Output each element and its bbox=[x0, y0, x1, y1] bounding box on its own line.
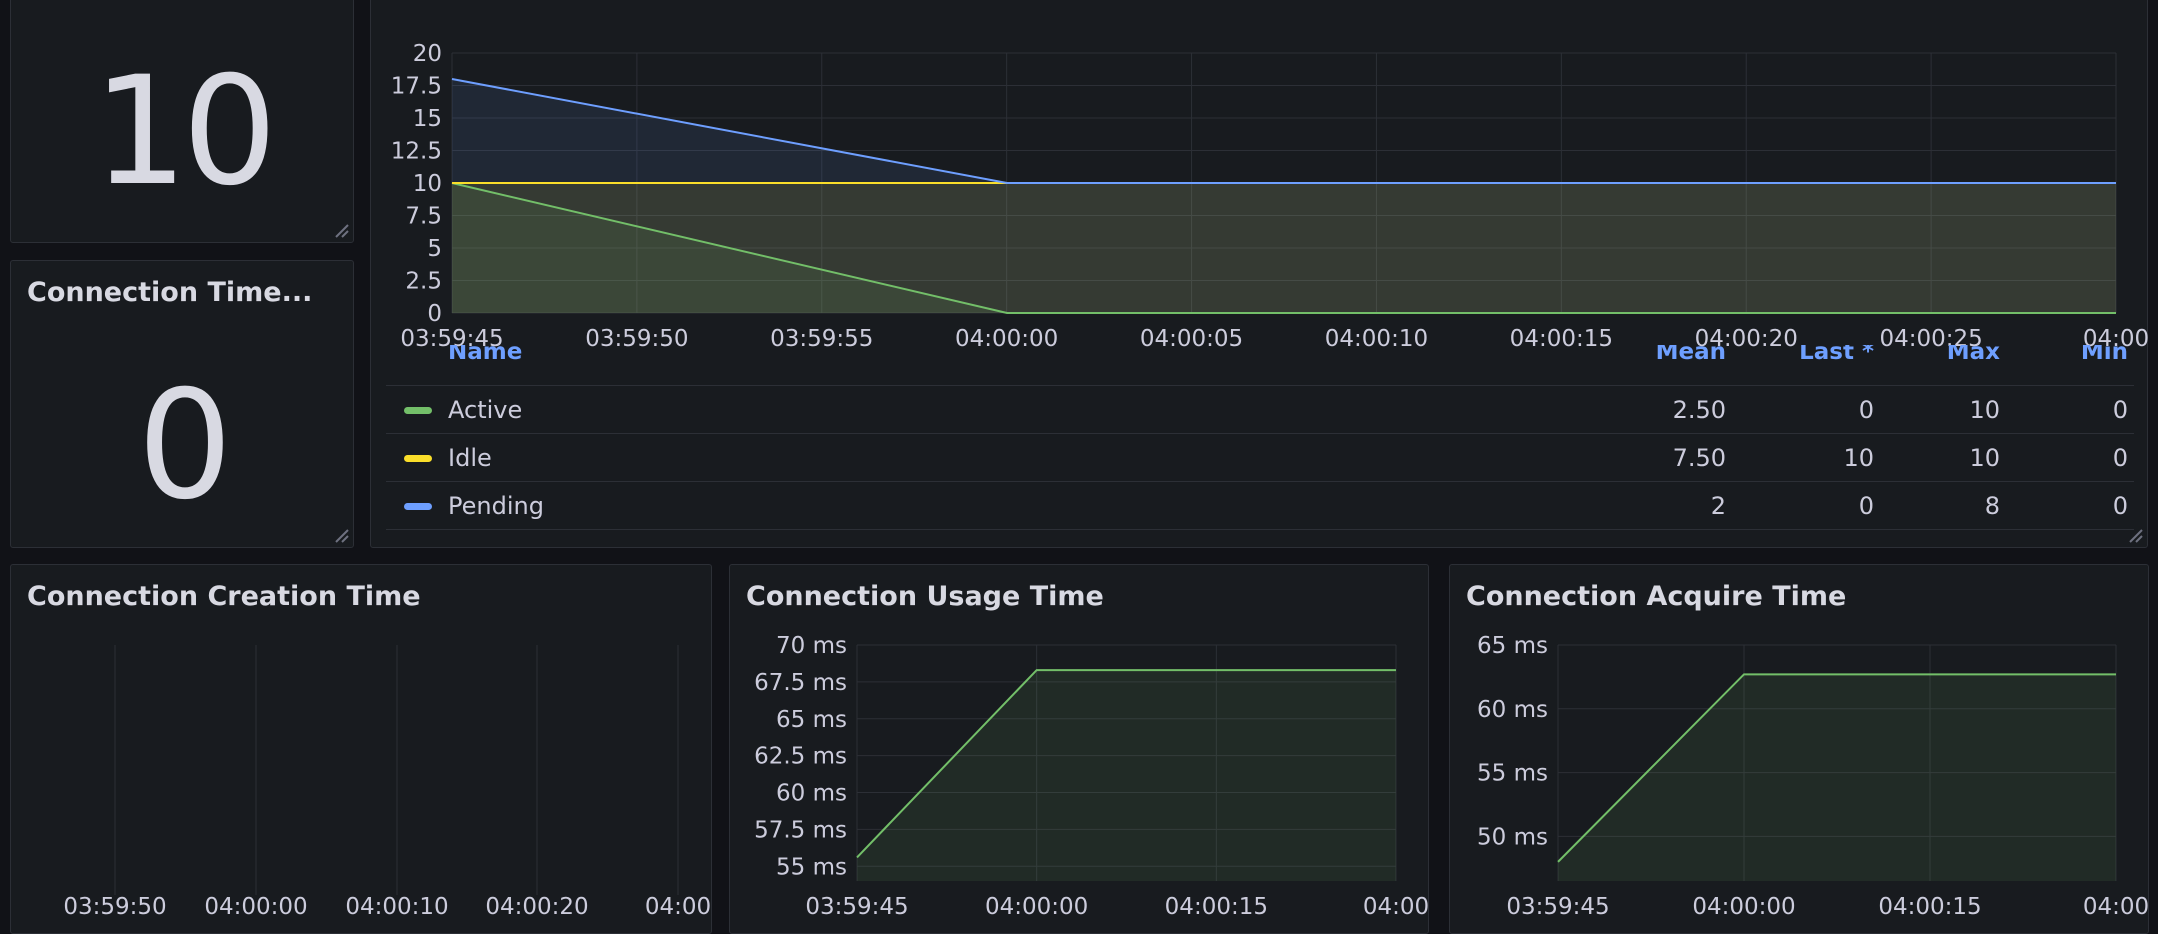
legend-header-min[interactable]: Min bbox=[2081, 345, 2128, 365]
y-tick-label: 5 bbox=[427, 236, 442, 262]
resize-handle-icon[interactable] bbox=[331, 220, 349, 238]
y-tick-label: 60 ms bbox=[1477, 697, 1548, 723]
y-tick-label: 65 ms bbox=[776, 707, 847, 733]
legend-min: 0 bbox=[2112, 492, 2128, 520]
legend-series-name[interactable]: Pending bbox=[448, 492, 544, 520]
legend-header-max[interactable]: Max bbox=[1947, 345, 2000, 365]
connection-acquire-time-panel[interactable]: Connection Acquire Time 03:59:45 04:00:00… bbox=[1449, 564, 2149, 934]
x-tick-label: 03:59:45 bbox=[805, 894, 908, 920]
legend-max: 10 bbox=[1969, 444, 2000, 472]
legend-table: Name Mean Last * Max Min Active 2.50 0 1… bbox=[386, 345, 2134, 530]
x-tick-label: 03:59:45 bbox=[1506, 894, 1609, 920]
resize-handle-icon[interactable] bbox=[331, 525, 349, 543]
legend-min: 0 bbox=[2112, 444, 2128, 472]
y-tick-label: 55 ms bbox=[1477, 761, 1548, 787]
x-tick-label: 04:00:10 bbox=[345, 894, 448, 920]
legend-mean: 2.50 bbox=[1672, 396, 1726, 424]
legend-max: 10 bbox=[1969, 396, 2000, 424]
x-tick-label: 03:59:50 bbox=[63, 894, 166, 920]
y-tick-label: 0 bbox=[427, 301, 442, 327]
y-tick-label: 50 ms bbox=[1477, 824, 1548, 850]
stat-value: 10 bbox=[92, 45, 278, 219]
y-tick-label: 67.5 ms bbox=[754, 670, 847, 696]
legend-row-pending[interactable]: Pending 2 0 8 0 bbox=[386, 482, 2134, 530]
legend-header: Name Mean Last * Max Min bbox=[386, 345, 2134, 386]
y-tick-label: 57.5 ms bbox=[754, 817, 847, 843]
series-color-swatch bbox=[404, 455, 432, 462]
connections-chart[interactable]: 03:59:45 03:59:50 03:59:55 04:00:00 04:00:05… bbox=[370, 40, 2148, 358]
y-tick-label: 7.5 bbox=[405, 204, 442, 230]
x-tick-label: 04:00:15 bbox=[1165, 894, 1268, 920]
y-tick-label: 55 ms bbox=[776, 854, 847, 880]
y-tick-label: 20 bbox=[413, 41, 442, 67]
acquire-time-chart[interactable]: 03:59:45 04:00:00 04:00:15 04:00 50 ms 55 ms 6… bbox=[1450, 565, 2150, 925]
y-tick-label: 60 ms bbox=[776, 781, 847, 807]
connection-usage-time-panel[interactable]: Connection Usage Time 03:59:45 04:00:00 04… bbox=[729, 564, 1429, 934]
legend-series-name[interactable]: Active bbox=[448, 396, 522, 424]
legend-last: 10 bbox=[1843, 444, 1874, 472]
usage-time-chart[interactable]: 03:59:45 04:00:00 04:00:15 04:00 55 ms 57.5 m… bbox=[730, 565, 1430, 925]
legend-last: 0 bbox=[1858, 492, 1874, 520]
y-tick-label: 15 bbox=[413, 106, 442, 132]
x-tick-label: 04:00 bbox=[1363, 894, 1429, 920]
legend-mean: 2 bbox=[1710, 492, 1726, 520]
x-tick-label: 04:00:00 bbox=[204, 894, 307, 920]
series-area bbox=[857, 670, 1396, 881]
creation-time-chart[interactable]: 03:59:50 04:00:00 04:00:10 04:00:20 04:00 bbox=[11, 565, 713, 925]
x-tick-label: 04:00:15 bbox=[1878, 894, 1981, 920]
panel-title: Connection Time... bbox=[27, 277, 313, 308]
x-tick-label: 04:00:00 bbox=[985, 894, 1088, 920]
legend-header-name[interactable]: Name bbox=[448, 345, 522, 365]
x-tick-label: 04:00 bbox=[645, 894, 711, 920]
y-tick-label: 2.5 bbox=[405, 269, 442, 295]
stat-panel-top[interactable]: 10 bbox=[10, 0, 354, 243]
legend-last: 0 bbox=[1858, 396, 1874, 424]
legend-header-last[interactable]: Last * bbox=[1799, 345, 1874, 365]
x-tick-label: 04:00:20 bbox=[485, 894, 588, 920]
x-tick-label: 04:00:00 bbox=[1692, 894, 1795, 920]
stat-panel-connection-time[interactable]: Connection Time... 0 bbox=[10, 260, 354, 548]
stat-value: 0 bbox=[137, 359, 232, 533]
legend-row-active[interactable]: Active 2.50 0 10 0 bbox=[386, 386, 2134, 434]
series-color-swatch bbox=[404, 503, 432, 510]
y-tick-label: 70 ms bbox=[776, 633, 847, 659]
y-tick-label: 65 ms bbox=[1477, 633, 1548, 659]
legend-row-idle[interactable]: Idle 7.50 10 10 0 bbox=[386, 434, 2134, 482]
legend-mean: 7.50 bbox=[1672, 444, 1726, 472]
legend-header-mean[interactable]: Mean bbox=[1656, 345, 1726, 365]
connection-creation-time-panel[interactable]: Connection Creation Time 03:59:50 04:00:0… bbox=[10, 564, 712, 934]
y-tick-label: 17.5 bbox=[391, 74, 442, 100]
legend-max: 8 bbox=[1984, 492, 2000, 520]
y-tick-label: 62.5 ms bbox=[754, 744, 847, 770]
legend-min: 0 bbox=[2112, 396, 2128, 424]
series-color-swatch bbox=[404, 407, 432, 414]
y-tick-label: 12.5 bbox=[391, 139, 442, 165]
y-tick-label: 10 bbox=[413, 171, 442, 197]
legend-series-name[interactable]: Idle bbox=[448, 444, 492, 472]
x-tick-label: 04:00 bbox=[2083, 894, 2149, 920]
